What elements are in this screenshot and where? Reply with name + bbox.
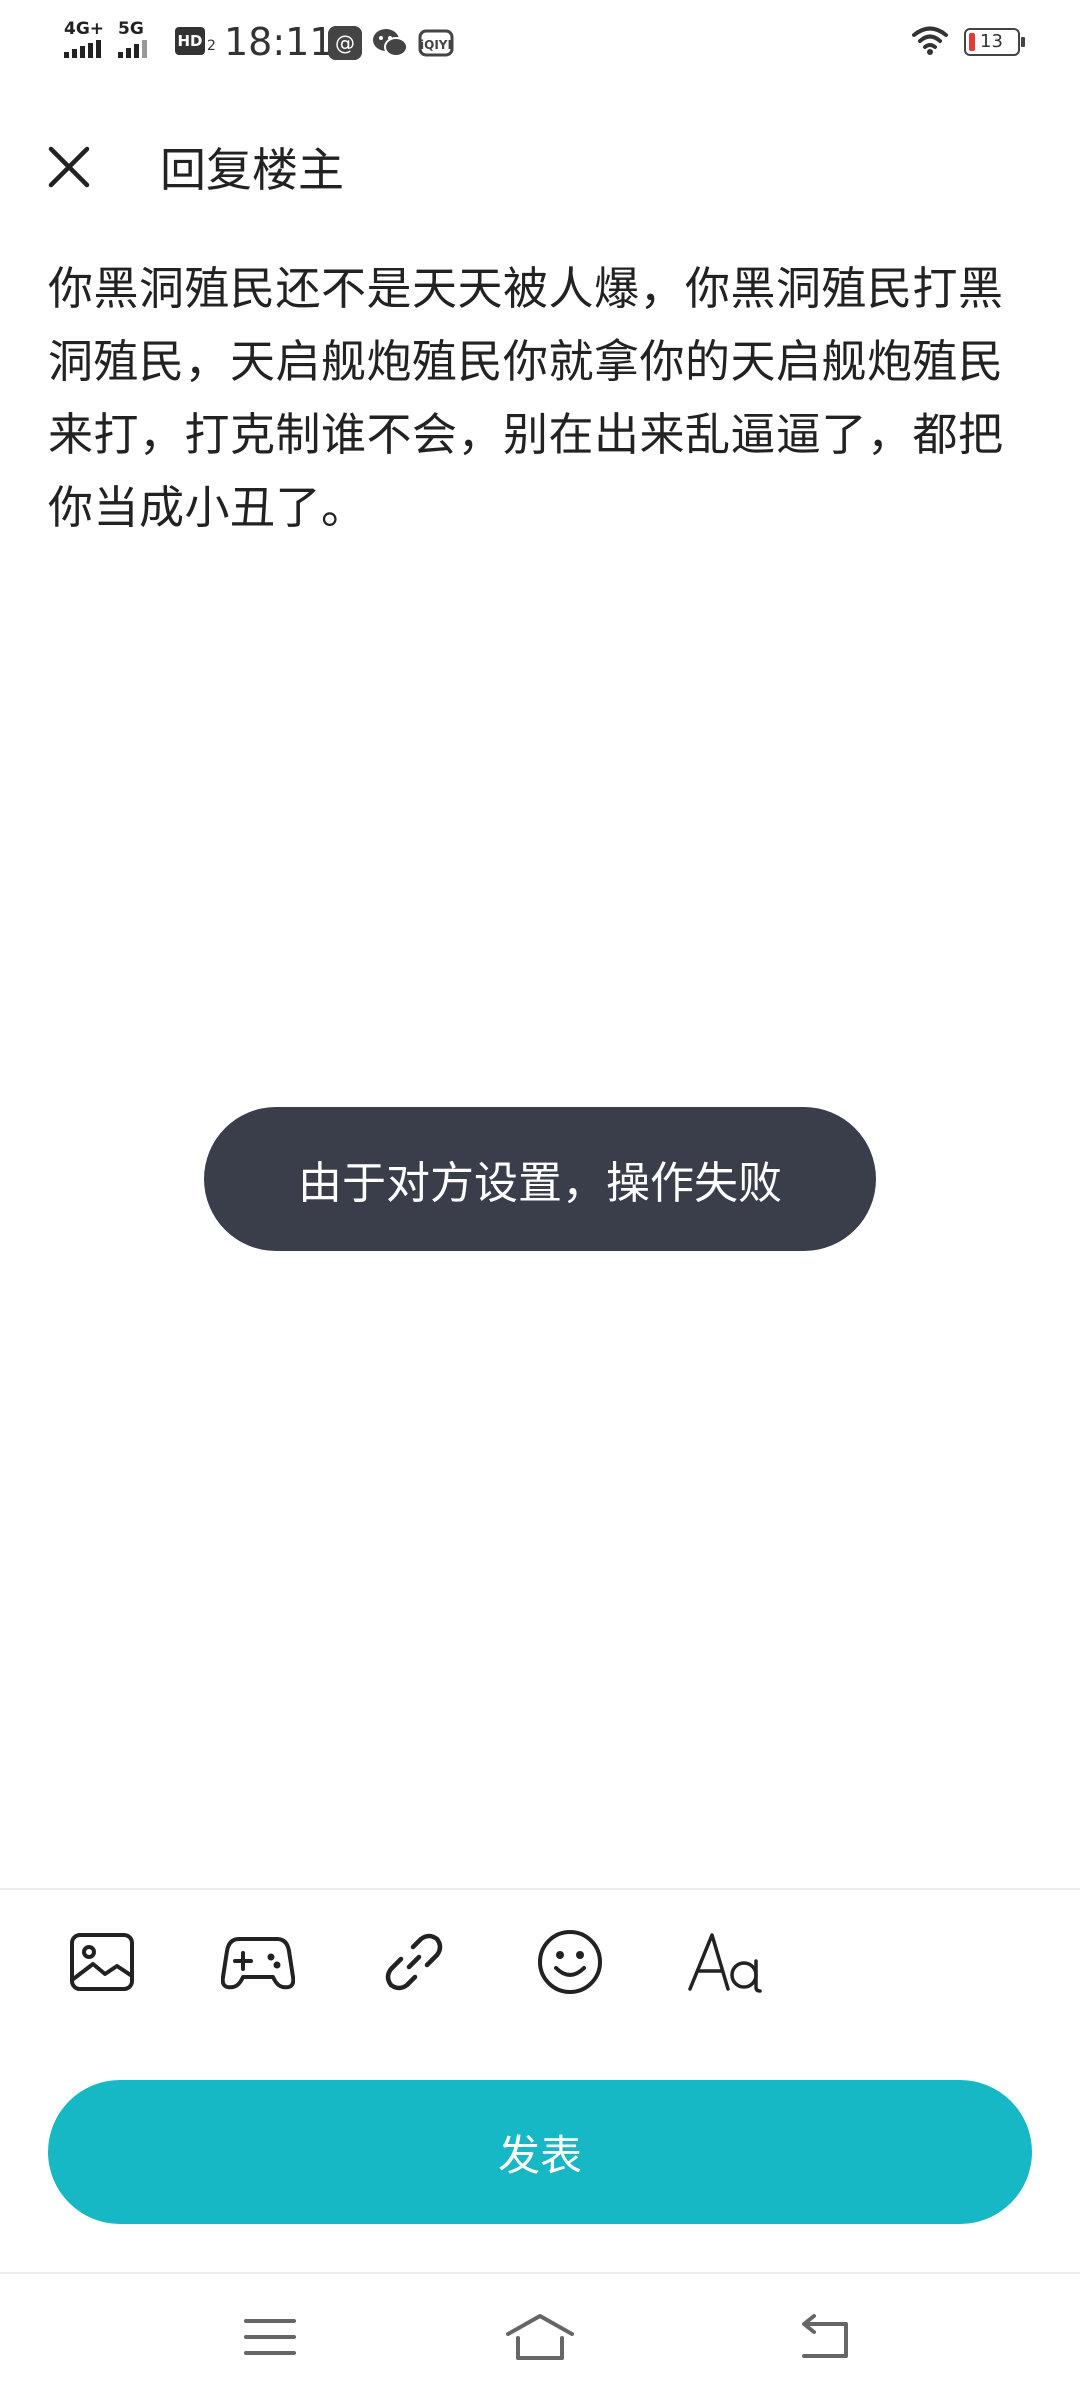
insert-game-button[interactable] bbox=[218, 1922, 298, 2002]
iqiyi-icon: iQIYI bbox=[418, 26, 454, 60]
emoji-icon bbox=[538, 1930, 602, 1994]
reply-screen: 4G+ 5G HD 2 18:11 @ iQIYI 13 回复楼主 你黑洞殖民还… bbox=[0, 0, 1080, 2400]
toolbar-divider bbox=[0, 1888, 1080, 1890]
error-toast: 由于对方设置，操作失败 bbox=[204, 1107, 876, 1251]
network-type-1: 4G+ bbox=[64, 19, 105, 39]
battery-icon: 13 bbox=[964, 28, 1025, 56]
home-icon bbox=[506, 2314, 574, 2360]
insert-image-button[interactable] bbox=[62, 1922, 142, 2002]
menu-icon bbox=[244, 2319, 296, 2355]
signal-bars-icon bbox=[64, 40, 101, 58]
font-style-icon bbox=[688, 1933, 762, 1993]
battery-percent: 13 bbox=[980, 31, 1003, 52]
back-icon bbox=[802, 2314, 848, 2358]
cellular-signal-2: 5G bbox=[118, 20, 147, 58]
status-right-group: 13 bbox=[910, 24, 1025, 60]
close-icon bbox=[48, 146, 90, 188]
hd-voice-sub: 2 bbox=[207, 38, 216, 54]
publish-button[interactable]: 发表 bbox=[48, 2080, 1032, 2224]
page-title: 回复楼主 bbox=[160, 143, 344, 197]
insert-emoji-button[interactable] bbox=[530, 1922, 610, 2002]
wechat-icon bbox=[372, 26, 408, 60]
reply-text-input[interactable]: 你黑洞殖民还不是天天被人爆，你黑洞殖民打黑洞殖民，天启舰炮殖民你就拿你的天启舰炮… bbox=[48, 252, 1038, 544]
text-format-button[interactable] bbox=[686, 1922, 766, 2002]
battery-level bbox=[969, 33, 975, 51]
close-button[interactable] bbox=[36, 134, 102, 200]
svg-text:@: @ bbox=[335, 31, 355, 55]
nav-menu-button[interactable] bbox=[230, 2302, 310, 2372]
nav-divider bbox=[0, 2272, 1080, 2274]
at-sign-app-icon: @ bbox=[328, 26, 362, 60]
gamepad-icon bbox=[221, 1937, 295, 1990]
link-icon bbox=[385, 1933, 443, 1991]
svg-text:iQIYI: iQIYI bbox=[420, 38, 452, 52]
wifi-icon bbox=[910, 24, 950, 60]
nav-back-button[interactable] bbox=[784, 2302, 864, 2372]
cellular-signal-1: 4G+ bbox=[64, 20, 104, 58]
hd-voice-icon: HD bbox=[175, 27, 205, 55]
signal-bars-icon bbox=[118, 40, 147, 58]
toast-message: 由于对方设置，操作失败 bbox=[298, 1158, 782, 1209]
image-icon bbox=[70, 1933, 134, 1991]
nav-home-button[interactable] bbox=[500, 2302, 580, 2372]
status-bar: 4G+ 5G HD 2 18:11 @ iQIYI 13 bbox=[0, 0, 1080, 90]
insert-link-button[interactable] bbox=[374, 1922, 454, 2002]
network-type-2: 5G bbox=[118, 19, 144, 39]
status-time: 18:11 bbox=[224, 20, 334, 64]
